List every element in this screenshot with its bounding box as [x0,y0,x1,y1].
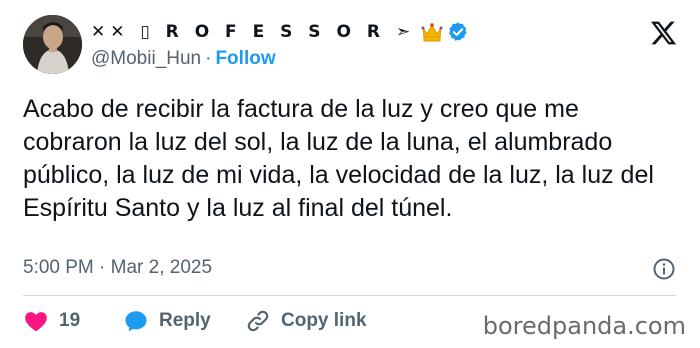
author-display-name[interactable]: ✕✕ ▯ R O F E S S O R ➣ [91,22,415,42]
avatar-photo [23,15,82,74]
handle-separator: · [205,48,212,69]
copy-link-button[interactable]: Copy link [245,308,367,334]
reply-label: Reply [159,310,211,331]
author-name-row: ✕✕ ▯ R O F E S S O R ➣ [91,19,469,45]
tweet-text: Acabo de recibir la factura de la luz y … [23,95,654,222]
author-handle[interactable]: @Mobii_Hun [91,48,201,69]
reply-bubble-icon [125,311,147,332]
avatar[interactable] [23,15,82,74]
heart-icon [25,312,47,332]
verified-badge-icon [447,21,469,43]
crown-emoji-icon [421,22,443,42]
x-logo-icon[interactable] [649,19,678,47]
author-handle-row: @Mobii_Hun · Follow [91,48,276,70]
info-icon[interactable] [652,257,676,281]
divider [23,295,676,296]
watermark: boredpanda.com [482,312,686,340]
copy-link-label: Copy link [281,310,367,331]
follow-button[interactable]: Follow [215,48,275,69]
like-button[interactable]: 19 [23,308,80,334]
reply-button[interactable]: Reply [123,308,211,334]
tweet-timestamp[interactable]: 5:00 PM · Mar 2, 2025 [23,257,212,279]
like-count: 19 [59,310,81,331]
link-icon [247,310,269,332]
